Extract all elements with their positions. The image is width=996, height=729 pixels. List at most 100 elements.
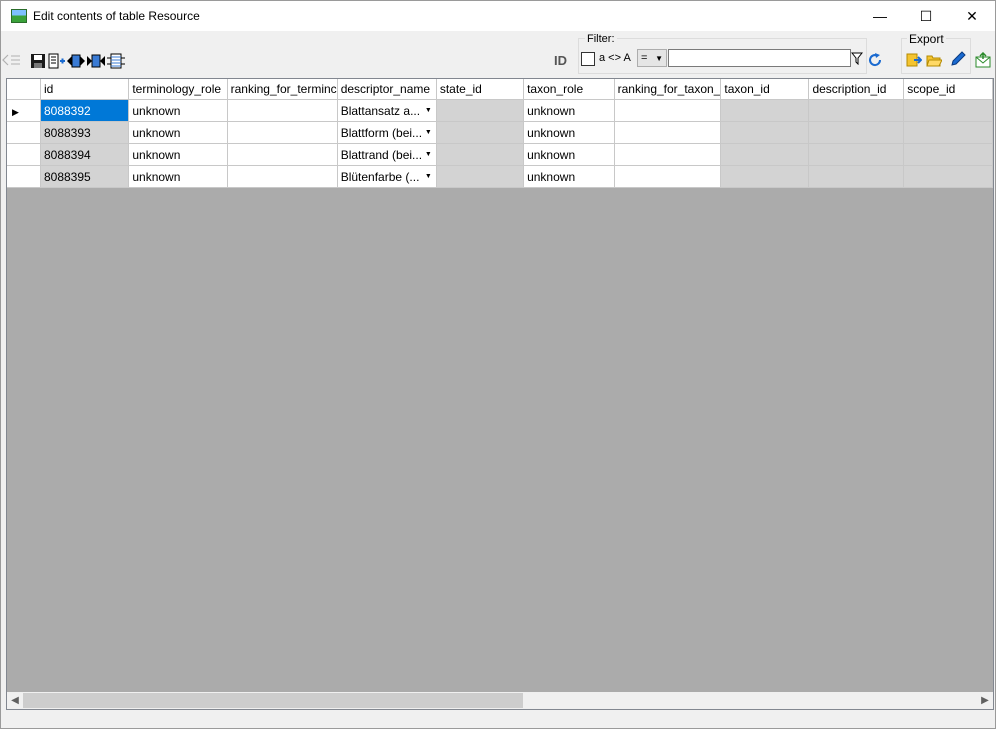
column-header-description-id[interactable]: description_id: [808, 79, 905, 100]
cell-taxon-id[interactable]: [720, 165, 810, 188]
cell-terminology-role[interactable]: unknown: [128, 121, 228, 144]
app-icon: [11, 9, 27, 23]
filter-input[interactable]: [668, 49, 851, 67]
cell-ranking-for-terminology[interactable]: [227, 165, 338, 188]
cell-taxon-role[interactable]: unknown: [523, 165, 615, 188]
column-header-ranking-for-terminology[interactable]: ranking_for_terminc: [227, 79, 338, 100]
grid-table: id terminology_role ranking_for_terminc …: [7, 79, 993, 188]
cell-description-id[interactable]: [808, 143, 905, 166]
cell-state-id[interactable]: [436, 121, 525, 144]
row-header-current[interactable]: ▶: [7, 99, 41, 122]
column-header-id[interactable]: id: [40, 79, 130, 100]
cell-taxon-role[interactable]: unknown: [523, 121, 615, 144]
toolbar: ID Filter: a <> A = ▼ Export: [1, 31, 995, 76]
filter-label: Filter:: [585, 33, 617, 45]
data-grid[interactable]: id terminology_role ranking_for_terminc …: [6, 78, 994, 696]
corner-header[interactable]: [7, 79, 41, 100]
dropdown-arrow-icon[interactable]: ▼: [425, 129, 432, 136]
edit-icon[interactable]: [950, 51, 966, 67]
cell-ranking-for-terminology[interactable]: [227, 99, 338, 122]
cell-state-id[interactable]: [436, 165, 525, 188]
row-header[interactable]: [7, 121, 41, 144]
dropdown-arrow-icon[interactable]: ▼: [425, 151, 432, 158]
open-folder-icon[interactable]: [926, 52, 943, 68]
descriptor-name-value: Blattform (bei...: [340, 125, 423, 140]
cell-terminology-role[interactable]: unknown: [128, 143, 228, 166]
cell-scope-id[interactable]: [903, 165, 993, 188]
column-header-ranking-for-taxon[interactable]: ranking_for_taxon_: [614, 79, 722, 100]
cell-scope-id[interactable]: [903, 121, 993, 144]
window-title: Edit contents of table Resource: [33, 9, 200, 23]
cell-scope-id[interactable]: [903, 99, 993, 122]
cell-id[interactable]: 8088395: [40, 165, 130, 188]
table-row[interactable]: 8088393 unknown Blattform (bei... ▼ unkno…: [7, 121, 993, 144]
cell-terminology-role[interactable]: unknown: [128, 165, 228, 188]
insert-row-icon[interactable]: [48, 53, 65, 69]
last-row-icon[interactable]: [87, 53, 105, 69]
dropdown-arrow-icon[interactable]: ▼: [425, 173, 432, 180]
id-label: ID: [554, 53, 567, 68]
cell-taxon-id[interactable]: [720, 143, 810, 166]
column-header-descriptor-name[interactable]: descriptor_name: [337, 79, 437, 100]
collapse-icon[interactable]: [2, 52, 20, 68]
operator-select[interactable]: = ▼: [637, 49, 667, 67]
cell-state-id[interactable]: [436, 143, 525, 166]
close-button[interactable]: ✕: [949, 1, 995, 31]
maximize-button[interactable]: ☐: [903, 1, 949, 31]
chevron-down-icon: ▼: [655, 53, 663, 63]
refresh-icon[interactable]: [867, 52, 883, 68]
scrollbar-thumb[interactable]: [23, 693, 523, 708]
first-row-icon[interactable]: [67, 53, 85, 69]
row-header[interactable]: [7, 165, 41, 188]
cell-description-id[interactable]: [808, 121, 905, 144]
cell-id[interactable]: 8088394: [40, 143, 130, 166]
save-icon[interactable]: [30, 53, 46, 69]
cell-description-id[interactable]: [808, 165, 905, 188]
filter-icon[interactable]: [850, 52, 864, 66]
table-row[interactable]: ▶ 8088392 unknown Blattansatz a... ▼ unkn…: [7, 99, 993, 122]
cell-id[interactable]: 8088392: [40, 99, 130, 122]
column-header-scope-id[interactable]: scope_id: [903, 79, 993, 100]
cell-taxon-role[interactable]: unknown: [523, 143, 615, 166]
descriptor-name-value: Blattansatz a...: [340, 103, 421, 118]
table-row[interactable]: 8088395 unknown Blütenfarbe (... ▼ unknow…: [7, 165, 993, 188]
table-row[interactable]: 8088394 unknown Blattrand (bei... ▼ unkno…: [7, 143, 993, 166]
cell-terminology-role[interactable]: unknown: [128, 99, 228, 122]
cell-description-id[interactable]: [808, 99, 905, 122]
descriptor-name-value: Blütenfarbe (...: [340, 169, 420, 184]
horizontal-scrollbar[interactable]: ◀ ▶: [6, 692, 994, 710]
cell-ranking-for-taxon[interactable]: [614, 121, 722, 144]
cell-ranking-for-terminology[interactable]: [227, 143, 338, 166]
scroll-left-icon[interactable]: ◀: [7, 692, 23, 709]
cell-descriptor-name[interactable]: Blattform (bei... ▼: [337, 121, 437, 144]
cell-state-id[interactable]: [436, 99, 525, 122]
header-row: id terminology_role ranking_for_terminc …: [7, 79, 993, 100]
cell-ranking-for-taxon[interactable]: [614, 165, 722, 188]
cell-descriptor-name[interactable]: Blattrand (bei... ▼: [337, 143, 437, 166]
cell-taxon-role[interactable]: unknown: [523, 99, 615, 122]
cell-ranking-for-terminology[interactable]: [227, 121, 338, 144]
column-header-taxon-role[interactable]: taxon_role: [523, 79, 615, 100]
export-file-icon[interactable]: [906, 52, 923, 68]
column-header-state-id[interactable]: state_id: [436, 79, 525, 100]
case-checkbox[interactable]: [581, 52, 595, 66]
cell-descriptor-name[interactable]: Blattansatz a... ▼: [337, 99, 437, 122]
cell-descriptor-name[interactable]: Blütenfarbe (... ▼: [337, 165, 437, 188]
scroll-right-icon[interactable]: ▶: [977, 692, 993, 709]
cell-ranking-for-taxon[interactable]: [614, 143, 722, 166]
case-label: a <> A: [599, 52, 631, 64]
descriptor-name-value: Blattrand (bei...: [340, 147, 423, 162]
columns-icon[interactable]: [107, 53, 125, 69]
dropdown-arrow-icon[interactable]: ▼: [425, 107, 432, 114]
current-row-arrow-icon: ▶: [12, 106, 19, 117]
cell-id[interactable]: 8088393: [40, 121, 130, 144]
row-header[interactable]: [7, 143, 41, 166]
minimize-button[interactable]: —: [857, 1, 903, 31]
mail-icon[interactable]: [975, 51, 991, 68]
cell-taxon-id[interactable]: [720, 121, 810, 144]
cell-taxon-id[interactable]: [720, 99, 810, 122]
column-header-taxon-id[interactable]: taxon_id: [720, 79, 810, 100]
cell-ranking-for-taxon[interactable]: [614, 99, 722, 122]
column-header-terminology-role[interactable]: terminology_role: [128, 79, 228, 100]
cell-scope-id[interactable]: [903, 143, 993, 166]
